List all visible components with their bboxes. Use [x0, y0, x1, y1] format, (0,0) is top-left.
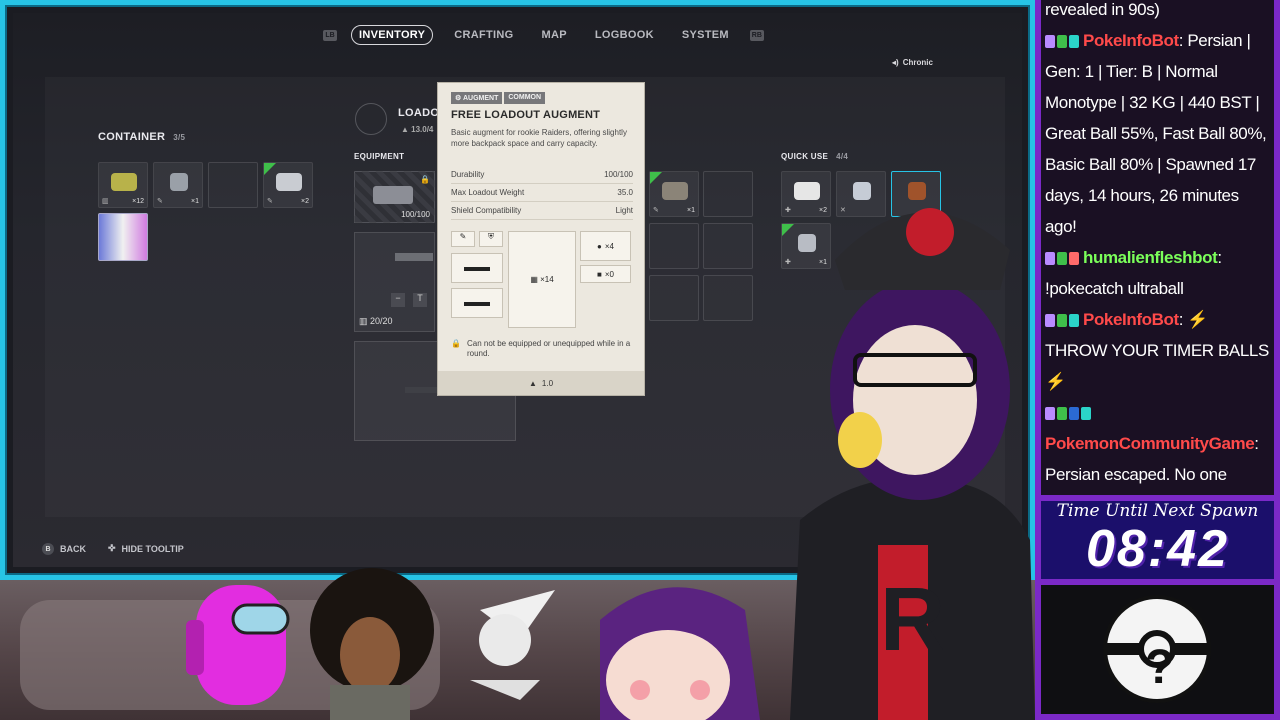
spawn-timer-value: 08:42: [1086, 520, 1229, 578]
pokeball-icon: ?: [1103, 595, 1211, 703]
badge-icons: [1045, 407, 1091, 421]
chat-panel: revealed in 90s) PokeInfoBot: Persian | …: [1035, 0, 1280, 495]
mystery-pokemon-panel: ?: [1035, 585, 1280, 720]
chat-messages: revealed in 90s) PokeInfoBot: Persian | …: [1045, 0, 1273, 495]
stream-canvas: LB INVENTORY CRAFTING MAP LOGBOOK SYSTEM…: [0, 0, 1280, 720]
chibi-icon: [600, 587, 760, 720]
chat-line: PokeInfoBot: Persian | Gen: 1 | Tier: B …: [1045, 25, 1273, 242]
spawn-timer: Time Until Next Spawn 08:42: [1035, 495, 1280, 585]
badge-icons: [1045, 35, 1079, 49]
chat-username: PokemonCommunityGame: [1045, 434, 1255, 453]
svg-text:R: R: [880, 570, 945, 670]
chat-line: PokeInfoBot: ⚡ THROW YOUR TIMER BALLS ⚡: [1045, 304, 1273, 397]
chat-username: PokeInfoBot: [1083, 310, 1179, 329]
badge-icons: [1045, 252, 1079, 266]
svg-text:?: ?: [1145, 641, 1174, 694]
cartoon-character-icon: [310, 568, 434, 720]
chat-username: PokeInfoBot: [1083, 31, 1179, 50]
spawn-timer-label: Time Until Next Spawn: [1056, 501, 1259, 521]
crewmate-icon: [186, 585, 290, 705]
overlay-art: R: [186, 208, 1035, 720]
mascot-icon: [470, 590, 555, 700]
chat-username: humalienfleshbot: [1083, 248, 1218, 267]
chat-text: : Persian | Gen: 1 | Tier: B | Normal Mo…: [1045, 31, 1267, 236]
vtuber-avatar-icon: R: [790, 208, 1035, 720]
chat-line: PokemonCommunityGame: Persian escaped. N…: [1045, 397, 1273, 495]
badge-icons: [1045, 314, 1079, 328]
chat-line: humalienfleshbot: !pokecatch ultraball: [1045, 242, 1273, 304]
chat-line: revealed in 90s): [1045, 0, 1160, 19]
